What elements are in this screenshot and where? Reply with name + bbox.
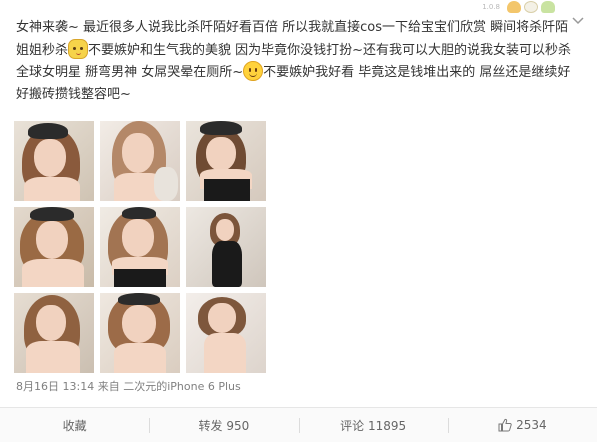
thumbs-up-icon bbox=[498, 418, 512, 432]
comment-button[interactable]: 评论 11895 bbox=[298, 408, 448, 442]
photo-thumbnail-2[interactable] bbox=[100, 121, 180, 201]
photo-thumbnail-9[interactable] bbox=[186, 293, 266, 373]
cake-icon bbox=[541, 1, 555, 13]
like-count: 2534 bbox=[516, 418, 547, 432]
photo-thumbnail-6[interactable] bbox=[186, 207, 266, 287]
smile-emoji-icon bbox=[243, 61, 264, 81]
weibo-post-card: 1.0.8 女神来袭~ 最近很多人说我比杀阡陌好看百倍 所以我就直接cos一下给… bbox=[0, 0, 597, 442]
post-source[interactable]: 二次元的iPhone 6 Plus bbox=[123, 380, 241, 393]
action-bar: 收藏 转发 950 评论 11895 2534 bbox=[0, 407, 597, 442]
cat-face-emoji-icon bbox=[68, 38, 89, 59]
photo-thumbnail-1[interactable] bbox=[14, 121, 94, 201]
like-button[interactable]: 2534 bbox=[447, 408, 597, 442]
favorite-button[interactable]: 收藏 bbox=[0, 408, 149, 442]
photo-thumbnail-5[interactable] bbox=[100, 207, 180, 287]
photo-thumbnail-7[interactable] bbox=[14, 293, 94, 373]
post-date[interactable]: 8月16日 13:14 bbox=[16, 380, 94, 393]
rice-icon bbox=[524, 1, 538, 13]
post-text: 女神来袭~ 最近很多人说我比杀阡陌好看百倍 所以我就直接cos一下给宝宝们欣赏 … bbox=[16, 17, 576, 105]
favorite-label: 收藏 bbox=[62, 418, 87, 433]
post-meta: 8月16日 13:14 来自 二次元的iPhone 6 Plus bbox=[16, 378, 241, 394]
repost-label: 转发 950 bbox=[198, 418, 250, 433]
top-decoration-text: 1.0.8 bbox=[482, 3, 500, 11]
comment-label: 评论 11895 bbox=[340, 418, 407, 433]
photo-thumbnail-4[interactable] bbox=[14, 207, 94, 287]
repost-button[interactable]: 转发 950 bbox=[149, 408, 298, 442]
photo-thumbnail-3[interactable] bbox=[186, 121, 266, 201]
from-label: 来自 bbox=[97, 380, 120, 393]
top-decoration: 1.0.8 bbox=[482, 1, 555, 13]
photo-thumbnail-8[interactable] bbox=[100, 293, 180, 373]
bread-icon bbox=[507, 1, 521, 13]
